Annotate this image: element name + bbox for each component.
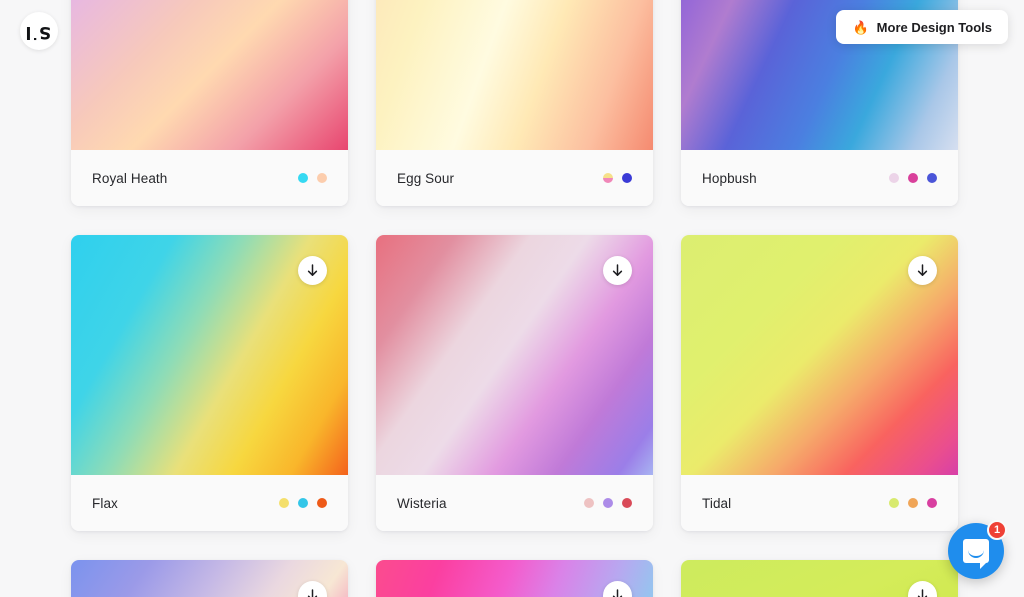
color-dot bbox=[279, 498, 289, 508]
color-dot bbox=[622, 498, 632, 508]
gradient-preview bbox=[376, 560, 653, 597]
download-icon bbox=[917, 588, 928, 597]
more-design-tools-label: More Design Tools bbox=[876, 19, 992, 35]
download-icon bbox=[612, 263, 623, 276]
gradient-name: Royal Heath bbox=[92, 170, 168, 186]
download-button[interactable] bbox=[603, 256, 632, 285]
gradient-color-dots bbox=[889, 173, 937, 183]
gradient-preview bbox=[71, 0, 348, 150]
color-dot bbox=[927, 498, 937, 508]
gradient-preview bbox=[376, 0, 653, 150]
gradient-preview bbox=[681, 560, 958, 597]
gradient-card-footer: Flax bbox=[71, 475, 348, 531]
color-dot bbox=[622, 173, 632, 183]
chat-launcher-button[interactable]: 1 bbox=[948, 520, 1007, 579]
gradient-card[interactable]: Wisteria bbox=[376, 235, 653, 531]
gradient-card[interactable]: Flax bbox=[71, 235, 348, 531]
gradient-color-dots bbox=[584, 498, 632, 508]
download-button[interactable] bbox=[603, 581, 632, 597]
gradient-card-grid: Royal Heath Egg Sour Hopbush Flax Wisteria Ti… bbox=[71, 0, 958, 597]
color-dot bbox=[889, 173, 899, 183]
logo-glyph: S˙l bbox=[26, 21, 52, 42]
color-dot bbox=[927, 173, 937, 183]
gradient-card-footer: Egg Sour bbox=[376, 150, 653, 206]
gradient-name: Flax bbox=[92, 495, 118, 511]
gradient-card-footer: Hopbush bbox=[681, 150, 958, 206]
gradient-color-dots bbox=[603, 173, 632, 183]
color-dot bbox=[298, 498, 308, 508]
download-button[interactable] bbox=[298, 581, 327, 597]
color-dot bbox=[317, 173, 327, 183]
flame-icon: 🔥 bbox=[852, 19, 869, 35]
gradient-card[interactable] bbox=[376, 560, 653, 597]
gradient-preview bbox=[71, 235, 348, 475]
download-button[interactable] bbox=[908, 256, 937, 285]
color-dot bbox=[317, 498, 327, 508]
download-icon bbox=[307, 588, 318, 597]
gradient-name: Egg Sour bbox=[397, 170, 455, 186]
site-logo[interactable]: S˙l bbox=[20, 12, 58, 50]
color-dot bbox=[889, 498, 899, 508]
gradient-card[interactable]: Egg Sour bbox=[376, 0, 653, 206]
more-design-tools-button[interactable]: 🔥 More Design Tools bbox=[836, 10, 1008, 44]
gradient-name: Tidal bbox=[702, 495, 732, 511]
gradient-preview bbox=[71, 560, 348, 597]
download-button[interactable] bbox=[298, 256, 327, 285]
download-icon bbox=[917, 263, 928, 276]
gradient-gallery-page: S˙l 🔥 More Design Tools Royal Heath Egg S… bbox=[0, 0, 1024, 597]
color-dot bbox=[603, 498, 613, 508]
download-icon bbox=[612, 588, 623, 597]
gradient-card[interactable]: Royal Heath bbox=[71, 0, 348, 206]
chat-unread-badge: 1 bbox=[987, 520, 1007, 540]
gradient-color-dots bbox=[889, 498, 937, 508]
gradient-name: Hopbush bbox=[702, 170, 757, 186]
color-dot bbox=[298, 173, 308, 183]
gradient-color-dots bbox=[279, 498, 327, 508]
chat-bubble-icon bbox=[963, 539, 989, 569]
gradient-preview bbox=[376, 235, 653, 475]
color-dot bbox=[908, 173, 918, 183]
color-dot bbox=[584, 498, 594, 508]
smile-icon bbox=[968, 548, 984, 558]
gradient-card-footer: Wisteria bbox=[376, 475, 653, 531]
gradient-card[interactable]: Tidal bbox=[681, 235, 958, 531]
gradient-color-dots bbox=[298, 173, 327, 183]
gradient-card[interactable] bbox=[681, 560, 958, 597]
gradient-card-footer: Royal Heath bbox=[71, 150, 348, 206]
gradient-name: Wisteria bbox=[397, 495, 447, 511]
gradient-card-footer: Tidal bbox=[681, 475, 958, 531]
color-dot bbox=[603, 173, 613, 183]
gradient-card[interactable] bbox=[71, 560, 348, 597]
gradient-preview bbox=[681, 235, 958, 475]
download-button[interactable] bbox=[908, 581, 937, 597]
color-dot bbox=[908, 498, 918, 508]
download-icon bbox=[307, 263, 318, 276]
